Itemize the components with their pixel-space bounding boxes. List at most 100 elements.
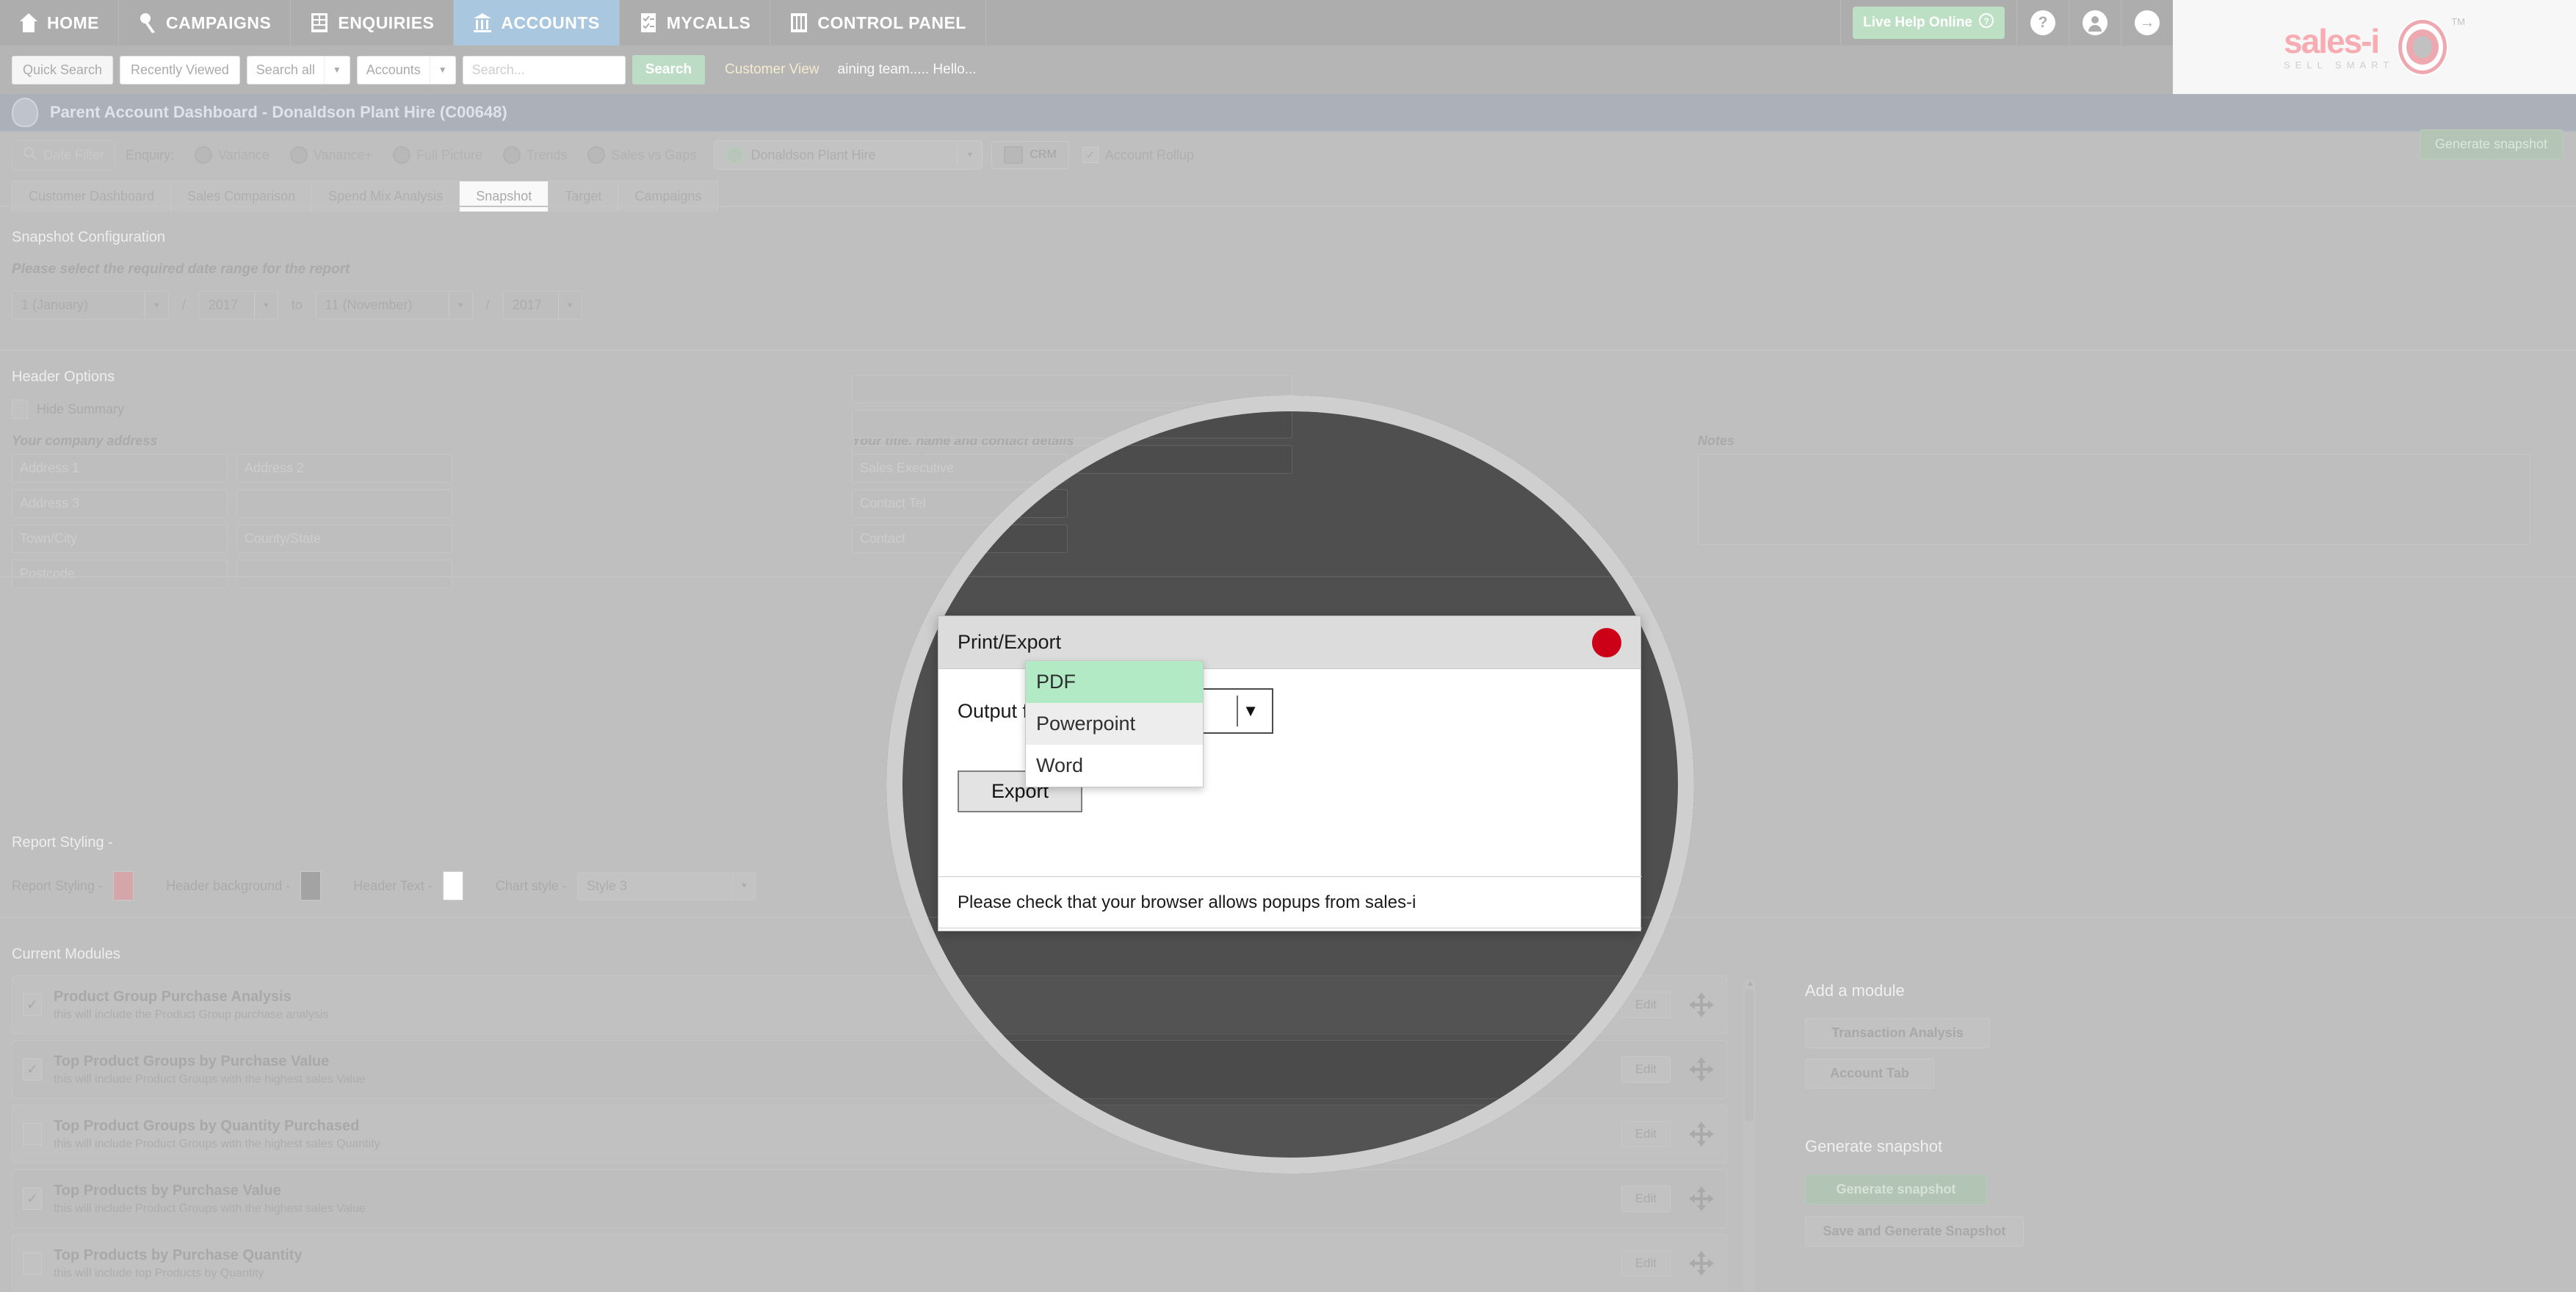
add-account-tab-button[interactable]: Account Tab [1805, 1058, 1934, 1089]
address-4-field[interactable] [236, 489, 452, 518]
enquiry-variance[interactable]: Variance [184, 146, 280, 164]
date-separator: / [181, 297, 186, 312]
move-handle-icon[interactable] [1687, 1184, 1716, 1213]
enquiry-item-label: Sales vs Gaps [611, 147, 697, 162]
contact-mobile-field[interactable] [852, 524, 1068, 553]
save-and-generate-snapshot-button[interactable]: Save and Generate Snapshot [1805, 1216, 2024, 1246]
address-3-field[interactable] [12, 489, 228, 518]
move-handle-icon[interactable] [1687, 1119, 1716, 1149]
option-word[interactable]: Word [1026, 745, 1203, 787]
county-state-field[interactable] [236, 524, 452, 553]
nav-label: ACCOUNTS [501, 12, 600, 32]
crm-button[interactable]: CRM [991, 141, 1069, 169]
module-edit-button[interactable]: Edit [1621, 1250, 1671, 1277]
enquiry-full-picture[interactable]: Full Picture [383, 146, 493, 164]
help-button[interactable]: ? [2016, 0, 2069, 46]
move-handle-icon[interactable] [1687, 1249, 1716, 1278]
account-rollup-toggle[interactable]: ✓ Account Rollup [1082, 147, 1194, 163]
user-account-button[interactable] [2069, 0, 2121, 46]
nav-label: HOME [47, 12, 99, 32]
search-button[interactable]: Search [632, 55, 706, 84]
page-title: Parent Account Dashboard - Donaldson Pla… [50, 103, 507, 121]
country-field[interactable] [236, 560, 452, 588]
module-title: Top Products by Purchase Value [54, 1182, 281, 1199]
account-dot-icon [726, 146, 745, 164]
from-year-select[interactable]: 2017 ▼ [198, 291, 278, 320]
close-icon[interactable] [1592, 627, 1621, 657]
notes-textarea[interactable] [1698, 454, 2530, 545]
hide-summary-checkbox[interactable] [12, 400, 28, 419]
header-text-color-picker[interactable]: Header Text - [353, 871, 463, 901]
contact-tel-field[interactable] [852, 489, 1068, 518]
option-powerpoint[interactable]: Powerpoint [1026, 703, 1203, 745]
header-background-color-picker[interactable]: Header background - [166, 871, 322, 901]
generate-snapshot-top-button[interactable]: Generate snapshot [2419, 129, 2563, 159]
module-checkbox[interactable]: ✓ [23, 1188, 42, 1210]
move-handle-icon[interactable] [1687, 1055, 1716, 1084]
from-month-select[interactable]: 1 (January) ▼ [12, 291, 169, 320]
postcode-field[interactable] [12, 560, 228, 588]
modules-scrollbar[interactable]: ▲ [1743, 979, 1755, 1292]
town-city-field[interactable] [12, 524, 228, 553]
nav-item-home[interactable]: HOME [0, 0, 119, 46]
to-year-select[interactable]: 2017 ▼ [502, 291, 582, 320]
question-mark-icon: ? [2030, 10, 2055, 35]
live-help-online-button[interactable]: Live Help Online ? [1853, 7, 2005, 39]
nav-item-control-panel[interactable]: CONTROL PANEL [770, 0, 986, 46]
module-edit-button[interactable]: Edit [1621, 1121, 1671, 1147]
nav-item-mycalls[interactable]: MYCALLS [620, 0, 771, 46]
dialog-title: Print/Export [958, 631, 1062, 653]
scrollbar-thumb[interactable] [1745, 989, 1754, 1122]
module-checkbox[interactable]: ✓ [23, 994, 42, 1016]
module-edit-button[interactable]: Edit [1621, 1056, 1671, 1083]
page-banner: Parent Account Dashboard - Donaldson Pla… [0, 94, 2576, 132]
move-handle-icon[interactable] [1687, 990, 1716, 1019]
contact-name-field[interactable] [852, 410, 1292, 439]
module-row: ✓ Top Product Groups by Purchase Value thi… [12, 1040, 1727, 1099]
logout-button[interactable]: → [2121, 0, 2173, 46]
module-description: this will include the Product Group purc… [54, 1008, 329, 1021]
quick-search-button[interactable]: Quick Search [12, 55, 114, 84]
generate-snapshot-button[interactable]: Generate snapshot [1805, 1174, 1987, 1205]
add-transaction-analysis-button[interactable]: Transaction Analysis [1805, 1018, 1990, 1048]
enquiry-sales-vs-gaps[interactable]: Sales vs Gaps [577, 146, 706, 164]
search-input[interactable] [462, 55, 626, 84]
contact-title-field[interactable] [852, 375, 1292, 403]
enquiry-trends[interactable]: Trends [493, 146, 577, 164]
address-1-field[interactable] [12, 454, 228, 483]
module-checkbox[interactable]: ✓ [23, 1058, 42, 1080]
module-checkbox[interactable] [23, 1252, 42, 1274]
scroll-up-icon[interactable]: ▲ [1746, 979, 1754, 988]
module-edit-button[interactable]: Edit [1621, 992, 1671, 1018]
nav-item-campaigns[interactable]: CAMPAIGNS [119, 0, 292, 46]
nav-item-enquiries[interactable]: ENQUIRIES [291, 0, 455, 46]
header-text-swatch[interactable] [442, 871, 463, 901]
date-filter-button[interactable]: Date Filter [12, 140, 116, 170]
module-description: this will include Product Groups with th… [54, 1072, 366, 1086]
search-entity-dropdown[interactable]: Accounts ▼ [356, 55, 456, 84]
report-styling-swatch[interactable] [113, 871, 134, 901]
report-styling-color-picker[interactable]: Report Styling - [12, 871, 134, 901]
account-select-value: Donaldson Plant Hire [750, 147, 876, 162]
enquiry-item-label: Full Picture [416, 147, 483, 162]
account-rollup-label: Account Rollup [1104, 147, 1194, 162]
customer-view-link[interactable]: Customer View [725, 62, 819, 78]
to-month-select[interactable]: 11 (November) ▼ [315, 291, 473, 320]
to-month-value: 11 (November) [325, 297, 413, 312]
module-edit-button[interactable]: Edit [1621, 1185, 1671, 1212]
date-separator: / [485, 297, 490, 312]
address-2-field[interactable] [236, 454, 452, 483]
option-pdf[interactable]: PDF [1026, 661, 1203, 703]
hide-summary-toggle[interactable]: Hide Summary [12, 400, 124, 419]
chart-style-select[interactable]: Style 3 ▼ [576, 871, 756, 901]
module-checkbox[interactable] [23, 1123, 42, 1145]
recently-viewed-button[interactable]: Recently Viewed [120, 55, 240, 84]
nav-item-accounts[interactable]: ACCOUNTS [454, 0, 620, 46]
sales-executive-field[interactable] [852, 454, 1068, 483]
header-background-swatch[interactable] [300, 871, 322, 901]
enquiry-variance-plus[interactable]: Variance+ [280, 146, 383, 164]
chevron-down-icon: ▼ [1242, 701, 1259, 720]
search-scope-dropdown[interactable]: Search all ▼ [246, 55, 350, 84]
output-format-dropdown-list[interactable]: PDF Powerpoint Word [1025, 660, 1204, 787]
account-select[interactable]: Donaldson Plant Hire ▼ [714, 140, 983, 170]
